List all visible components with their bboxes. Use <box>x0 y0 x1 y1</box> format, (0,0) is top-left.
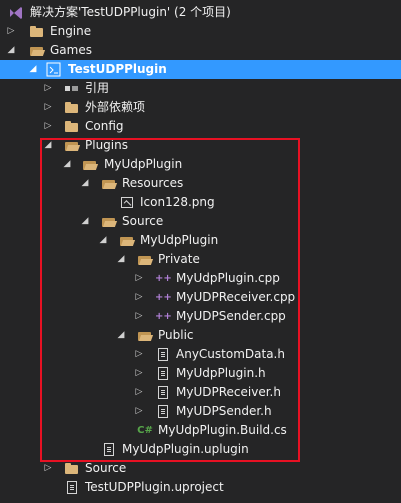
expand-arrow-icon[interactable]: ▷ <box>134 348 144 360</box>
tree-row-references[interactable]: ▷ 引用 <box>0 79 401 98</box>
tree-row-external-deps[interactable]: ▷ 外部依赖项 <box>0 98 401 117</box>
tree-label-uplugin: MyUdpPlugin.uplugin <box>122 442 249 456</box>
expand-arrow-icon[interactable]: ▷ <box>134 310 144 322</box>
folder-icon <box>64 119 80 134</box>
tree-row-games[interactable]: ◢ Games <box>0 41 401 60</box>
tree-label-external-deps: 外部依赖项 <box>85 100 146 114</box>
tree-row-project-selected[interactable]: ◢ TestUDPPlugin <box>0 60 401 79</box>
expand-arrow-icon[interactable]: ▷ <box>134 367 144 379</box>
tree-label-icon128: Icon128.png <box>140 195 215 209</box>
expand-arrow-icon[interactable]: ▷ <box>43 101 53 113</box>
folder-open-icon <box>101 176 117 191</box>
tree-label-resources: Resources <box>122 176 184 190</box>
header-file-icon <box>155 366 171 381</box>
collapse-arrow-icon[interactable]: ◢ <box>116 253 126 265</box>
tree-row-plugins[interactable]: ◢ Plugins <box>0 136 401 155</box>
folder-open-icon <box>119 233 135 248</box>
tree-row-solution[interactable]: 解决方案'TestUDPPlugin' (2 个项目) <box>0 3 401 22</box>
collapse-arrow-icon[interactable]: ◢ <box>28 63 38 75</box>
expand-arrow-icon[interactable]: ▷ <box>43 462 53 474</box>
tree-row-myudpplugin[interactable]: ◢ MyUdpPlugin <box>0 155 401 174</box>
tree-label-source: Source <box>122 214 164 228</box>
project-icon <box>46 62 62 77</box>
expand-arrow-icon[interactable]: ▷ <box>134 405 144 417</box>
tree-row-cpp-sender[interactable]: ▷ ++ MyUDPSender.cpp <box>0 307 401 326</box>
references-icon <box>64 81 80 96</box>
tree-label-public: Public <box>158 328 194 342</box>
folder-open-icon <box>29 43 45 58</box>
tree-row-h-sender[interactable]: ▷ MyUDPSender.h <box>0 402 401 421</box>
expand-arrow-icon[interactable]: ▷ <box>134 272 144 284</box>
tree-label-source-myudpplugin: MyUdpPlugin <box>140 233 219 247</box>
tree-label-references: 引用 <box>85 81 110 95</box>
folder-open-icon <box>101 214 117 229</box>
file-icon <box>101 442 117 457</box>
expand-arrow-icon[interactable]: ▷ <box>134 386 144 398</box>
tree-row-project-source[interactable]: ▷ Source <box>0 459 401 478</box>
tree-label-project-source: Source <box>85 461 127 475</box>
tree-label-games: Games <box>50 43 92 57</box>
expand-arrow-icon[interactable]: ▷ <box>6 25 16 37</box>
csharp-file-icon: C# <box>137 425 153 436</box>
tree-label-h-anycustomdata: AnyCustomData.h <box>176 347 285 361</box>
collapse-arrow-icon[interactable]: ◢ <box>43 139 53 151</box>
tree-label-uproject: TestUDPPlugin.uproject <box>85 480 224 494</box>
external-dependencies-icon <box>64 100 80 115</box>
tree-label-cpp-receiver: MyUDPReceiver.cpp <box>176 290 296 304</box>
tree-label-project: TestUDPPlugin <box>68 62 167 76</box>
collapse-arrow-icon[interactable]: ◢ <box>116 329 126 341</box>
folder-open-icon <box>137 252 153 267</box>
collapse-arrow-icon[interactable]: ◢ <box>6 44 16 56</box>
tree-row-config[interactable]: ▷ Config <box>0 117 401 136</box>
folder-open-icon <box>137 328 153 343</box>
tree-label-private: Private <box>158 252 200 266</box>
tree-row-uproject[interactable]: TestUDPPlugin.uproject <box>0 478 401 497</box>
file-icon <box>64 480 80 495</box>
tree-row-icon128[interactable]: Icon128.png <box>0 193 401 212</box>
header-file-icon <box>155 404 171 419</box>
tree-label-h-sender: MyUDPSender.h <box>176 404 272 418</box>
tree-row-source-myudpplugin[interactable]: ◢ MyUdpPlugin <box>0 231 401 250</box>
header-file-icon <box>155 347 171 362</box>
cpp-file-icon: ++ <box>155 273 172 284</box>
tree-label-engine: Engine <box>50 24 92 38</box>
tree-row-h-anycustomdata[interactable]: ▷ AnyCustomData.h <box>0 345 401 364</box>
tree-row-engine[interactable]: ▷ Engine <box>0 22 401 41</box>
collapse-arrow-icon[interactable]: ◢ <box>80 215 90 227</box>
header-file-icon <box>155 385 171 400</box>
cpp-file-icon: ++ <box>155 292 172 303</box>
tree-row-resources[interactable]: ◢ Resources <box>0 174 401 193</box>
tree-label-myudpplugin: MyUdpPlugin <box>104 157 183 171</box>
solution-label: 解决方案'TestUDPPlugin' (2 个项目) <box>30 5 231 19</box>
collapse-arrow-icon[interactable]: ◢ <box>98 234 108 246</box>
tree-label-cpp-sender: MyUDPSender.cpp <box>176 309 286 323</box>
tree-label-cpp-myudpplugin: MyUdpPlugin.cpp <box>176 271 280 285</box>
tree-row-private[interactable]: ◢ Private <box>0 250 401 269</box>
tree-label-plugins: Plugins <box>85 138 128 152</box>
collapse-arrow-icon[interactable]: ◢ <box>62 158 72 170</box>
tree-row-public[interactable]: ◢ Public <box>0 326 401 345</box>
visual-studio-solution-icon <box>8 5 24 20</box>
tree-row-source[interactable]: ◢ Source <box>0 212 401 231</box>
tree-row-uplugin[interactable]: MyUdpPlugin.uplugin <box>0 440 401 459</box>
tree-label-config: Config <box>85 119 124 133</box>
folder-icon <box>64 461 80 476</box>
expand-arrow-icon[interactable]: ▷ <box>43 82 53 94</box>
tree-label-build-cs: MyUdpPlugin.Build.cs <box>158 423 287 437</box>
folder-open-icon <box>82 157 98 172</box>
cpp-file-icon: ++ <box>155 311 172 322</box>
collapse-arrow-icon[interactable]: ◢ <box>80 177 90 189</box>
tree-label-h-myudpplugin: MyUdpPlugin.h <box>176 366 266 380</box>
folder-open-icon <box>64 138 80 153</box>
expand-arrow-icon[interactable]: ▷ <box>43 120 53 132</box>
tree-label-h-receiver: MyUDPReceiver.h <box>176 385 281 399</box>
tree-row-cpp-myudpplugin[interactable]: ▷ ++ MyUdpPlugin.cpp <box>0 269 401 288</box>
tree-row-cpp-receiver[interactable]: ▷ ++ MyUDPReceiver.cpp <box>0 288 401 307</box>
tree-row-build-cs[interactable]: C# MyUdpPlugin.Build.cs <box>0 421 401 440</box>
folder-icon <box>29 24 45 39</box>
tree-row-h-myudpplugin[interactable]: ▷ MyUdpPlugin.h <box>0 364 401 383</box>
expand-arrow-icon[interactable]: ▷ <box>134 291 144 303</box>
image-file-icon <box>119 195 135 210</box>
tree-row-h-receiver[interactable]: ▷ MyUDPReceiver.h <box>0 383 401 402</box>
